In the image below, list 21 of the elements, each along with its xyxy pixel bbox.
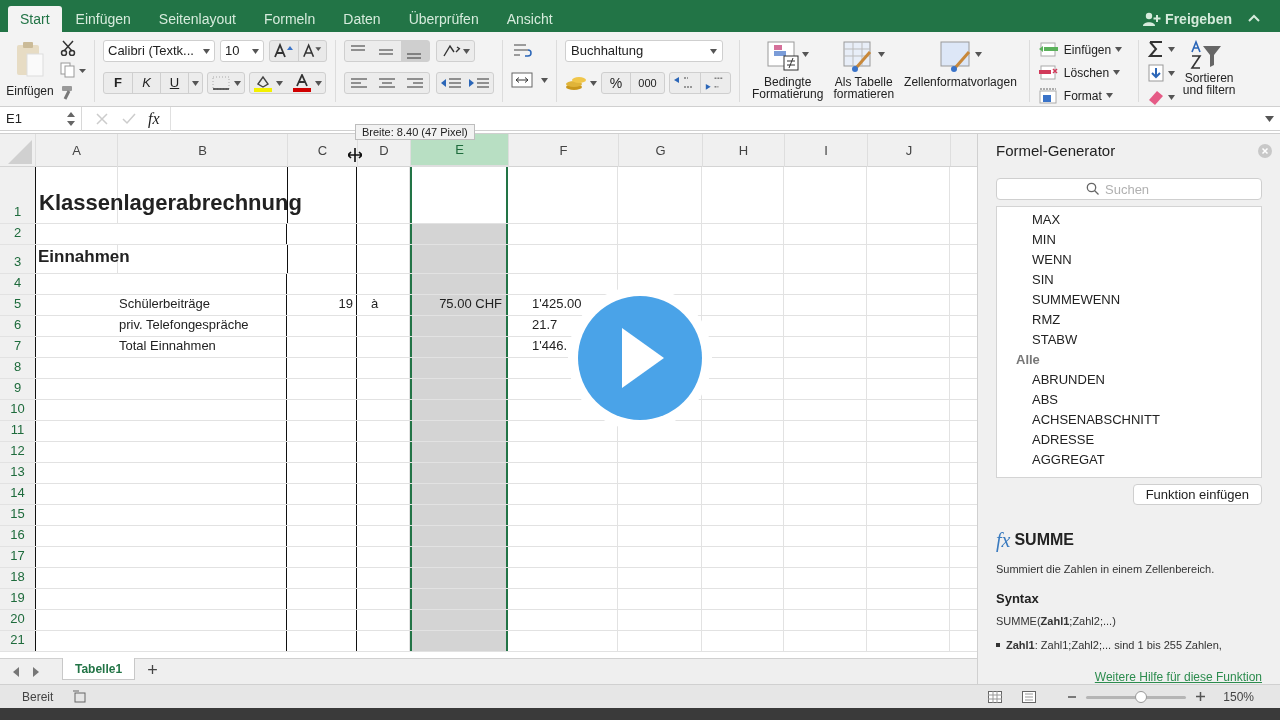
cell-text: 19 xyxy=(338,294,353,313)
argument-text: Zahl1: Zahl1;Zahl2;... sind 1 bis 255 Zahlen, xyxy=(1006,638,1222,653)
cell-text: 1'446. xyxy=(532,336,567,355)
syntax-heading: Syntax xyxy=(996,590,1040,608)
section-heading: Einnahmen xyxy=(38,245,130,268)
cell-text: 75.00 CHF xyxy=(439,294,502,313)
zoom-level: 150% xyxy=(1223,688,1254,706)
panel-title: Formel-Generator xyxy=(996,141,1116,161)
width-tooltip: Breite: 8.40 (47 Pixel) xyxy=(355,124,475,140)
cell-text: 21.7 xyxy=(532,315,558,334)
function-name: SUMME xyxy=(1014,529,1074,550)
cell-text: 1'425.00 xyxy=(532,294,582,313)
cell-text: Schülerbeiträge xyxy=(119,294,211,313)
cell-text: à xyxy=(371,294,379,313)
syntax-text: SUMME(Zahl1;Zahl2;...) xyxy=(996,613,1117,629)
cell-text: Total Einnahmen xyxy=(119,336,216,355)
status-text: Bereit xyxy=(22,688,54,706)
function-icon: fx xyxy=(996,524,1011,555)
function-description: Summiert die Zahlen in einem Zellenbereich. xyxy=(996,561,1216,577)
cell-text: priv. Telefongespräche xyxy=(119,315,249,334)
category-label: Alle xyxy=(1015,350,1041,369)
